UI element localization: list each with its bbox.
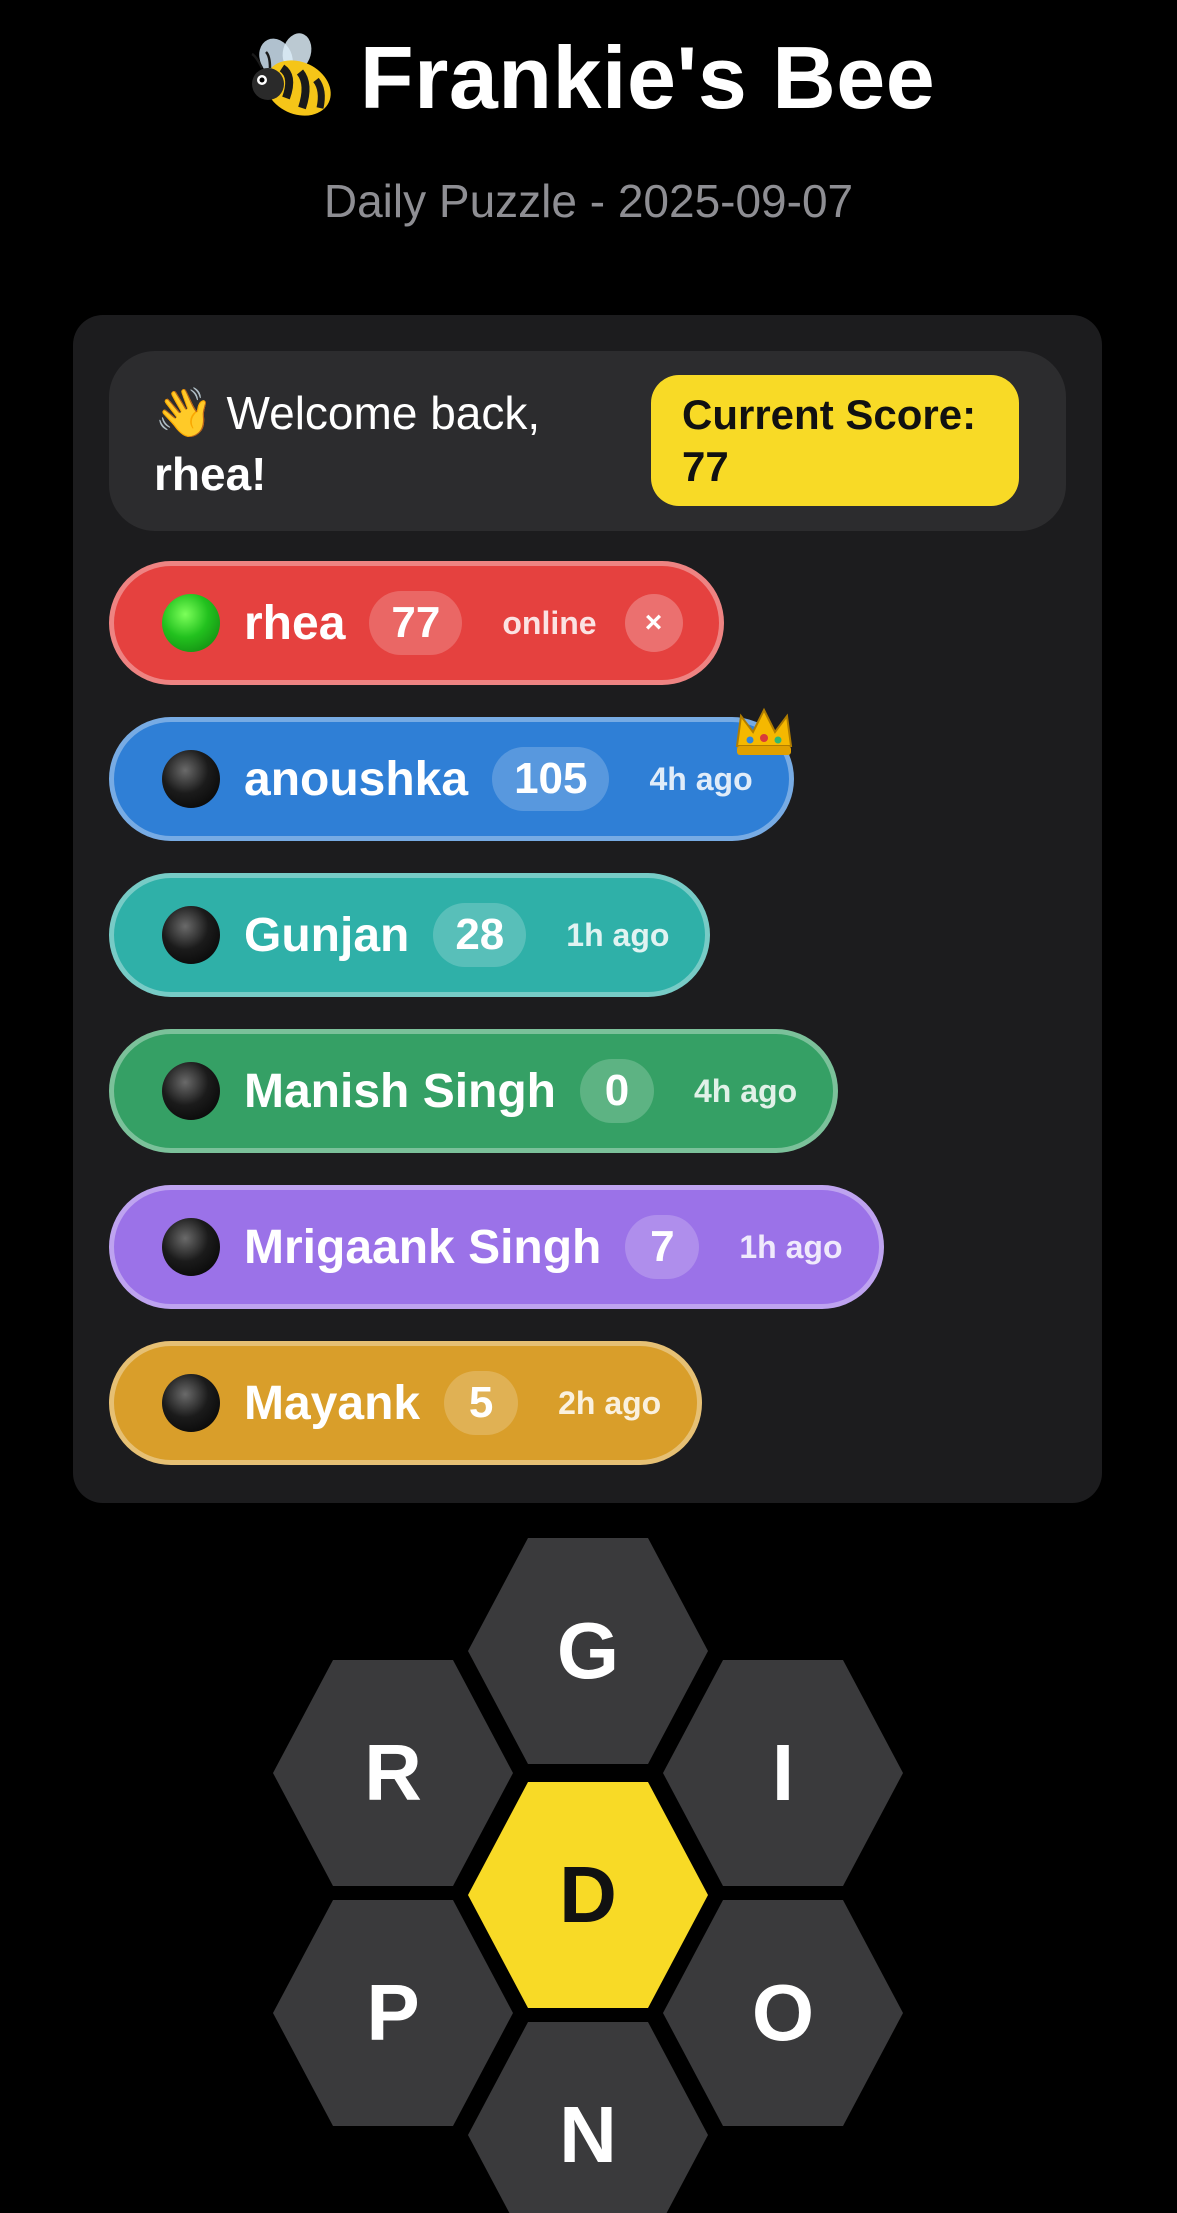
player-row-anoushka[interactable]: anoushka 105 4h ago — [109, 707, 794, 841]
welcome-message: 👋 Welcome back, rhea! — [154, 383, 594, 504]
offline-status-dot — [162, 1062, 220, 1120]
player-row-mayank[interactable]: Mayank 5 2h ago — [109, 1341, 703, 1465]
close-icon[interactable]: × — [624, 594, 683, 652]
letter-tile-upper-left[interactable]: R — [273, 1660, 513, 1886]
player-score-badge: 28 — [433, 903, 527, 967]
player-score-badge: 105 — [492, 747, 610, 811]
player-score-badge: 0 — [580, 1059, 654, 1123]
player-name: Mayank — [244, 1376, 421, 1430]
letter-tile-top[interactable]: G — [468, 1538, 708, 1764]
bee-icon — [251, 33, 331, 116]
players-panel: 👋 Welcome back, rhea! Current Score: 77 … — [73, 315, 1102, 1503]
player-status: 2h ago — [558, 1384, 662, 1421]
player-status: 4h ago — [694, 1072, 798, 1109]
player-name: rhea — [244, 596, 346, 650]
offline-status-dot — [162, 1218, 220, 1276]
header: Frankie's Bee Daily Puzzle - 2025-09-07 — [0, 18, 1177, 228]
letter-tile-bottom[interactable]: N — [468, 2022, 708, 2213]
app-title-text: Frankie's Bee — [359, 28, 936, 127]
player-name: Mrigaank Singh — [244, 1220, 602, 1274]
player-name: anoushka — [244, 752, 469, 806]
offline-status-dot — [162, 1374, 220, 1432]
letter-tile-lower-right[interactable]: O — [663, 1900, 903, 2126]
welcome-card: 👋 Welcome back, rhea! Current Score: 77 — [109, 351, 1066, 531]
app-page: Frankie's Bee Daily Puzzle - 2025-09-07 … — [0, 0, 1177, 2213]
player-row-mrigaank-singh[interactable]: Mrigaank Singh 7 1h ago — [109, 1185, 884, 1309]
letter-tile-lower-left[interactable]: P — [273, 1900, 513, 2126]
player-status: 4h ago — [649, 760, 753, 797]
app-title: Frankie's Bee — [0, 18, 1177, 138]
player-row-manish-singh[interactable]: Manish Singh 0 4h ago — [109, 1029, 839, 1153]
online-status-dot — [162, 594, 220, 652]
player-name: Gunjan — [244, 908, 410, 962]
current-score-badge: Current Score: 77 — [651, 375, 1019, 506]
letter-tile-center[interactable]: D — [468, 1782, 708, 2008]
player-row-gunjan[interactable]: Gunjan 28 1h ago — [109, 873, 711, 997]
crown-icon — [735, 707, 792, 755]
player-status: online — [502, 604, 597, 641]
welcome-username: rhea! — [154, 448, 267, 500]
letter-tile-upper-right[interactable]: I — [663, 1660, 903, 1886]
welcome-greeting: Welcome back, — [226, 387, 541, 439]
player-name: Manish Singh — [244, 1064, 556, 1118]
player-status: 1h ago — [566, 916, 670, 953]
waving-hand-icon: 👋 — [154, 387, 214, 440]
offline-status-dot — [162, 750, 220, 808]
puzzle-date: Daily Puzzle - 2025-09-07 — [323, 175, 854, 227]
player-score-badge: 7 — [625, 1215, 700, 1279]
player-score-badge: 5 — [444, 1371, 519, 1435]
player-row-rhea[interactable]: rhea 77 online × — [109, 561, 724, 685]
player-score-badge: 77 — [369, 591, 463, 655]
player-status: 1h ago — [739, 1228, 843, 1265]
offline-status-dot — [162, 906, 220, 964]
